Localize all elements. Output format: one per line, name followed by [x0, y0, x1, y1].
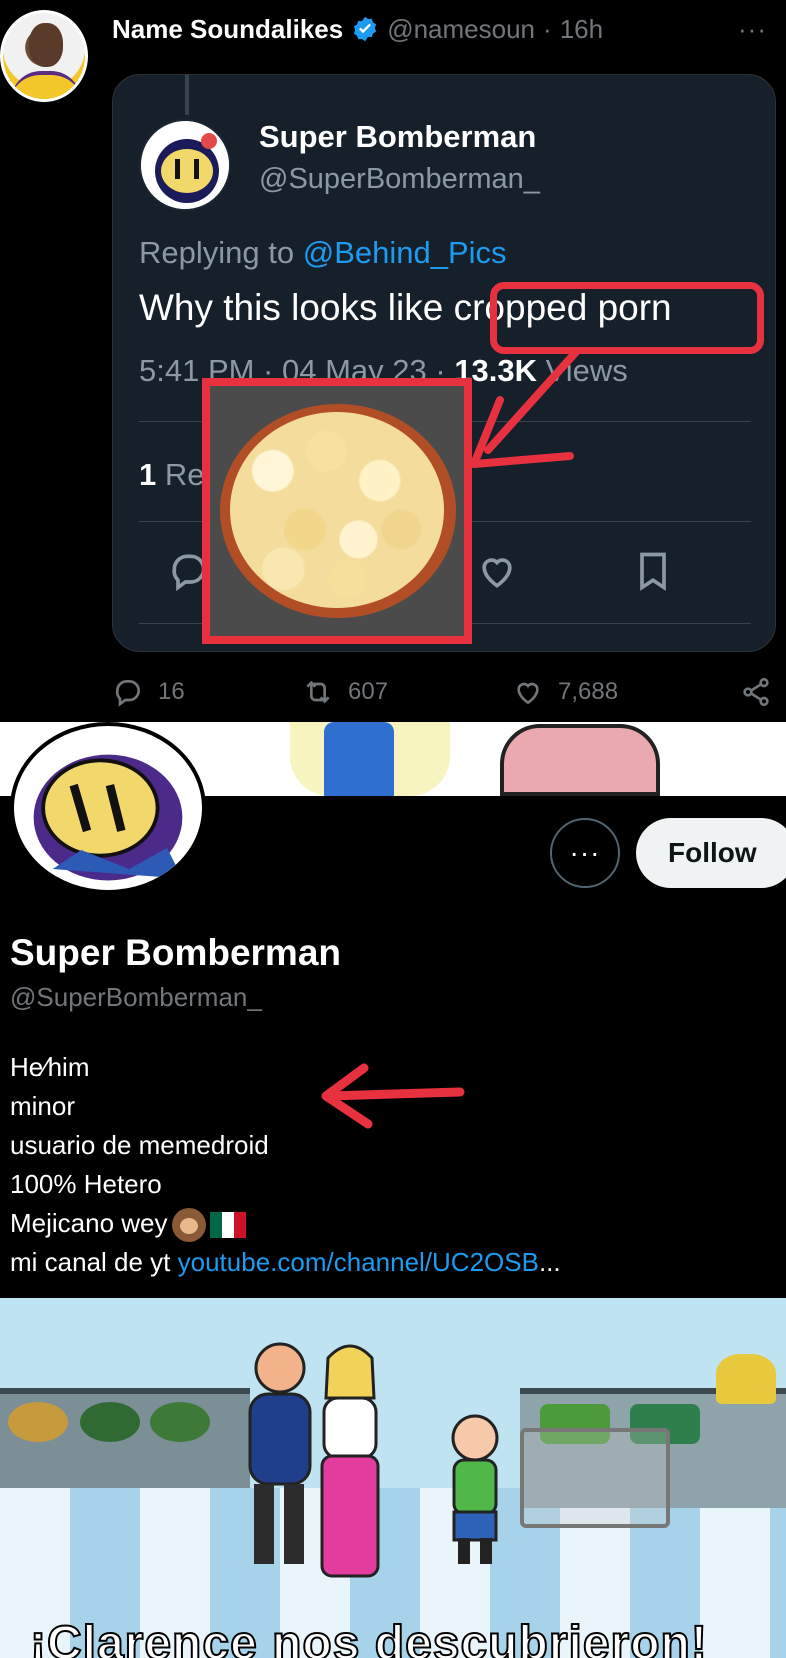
clarence-character — [451, 1414, 499, 1564]
profile-screenshot: ··· Follow Super Bomberman @SuperBomberm… — [0, 722, 786, 1298]
profile-name: Super Bomberman — [10, 932, 342, 973]
thread-line — [185, 75, 189, 115]
like-button[interactable]: 7,688 — [512, 676, 618, 708]
bio-line: minor — [10, 1091, 76, 1121]
heart-icon — [517, 682, 539, 705]
replies-label: Re — [156, 457, 205, 492]
bio-link-line: mi canal de yt youtube.com/channel/UC2OS… — [10, 1243, 561, 1282]
profile-avatar[interactable] — [10, 722, 206, 894]
heart-icon — [482, 558, 512, 588]
author-handle[interactable]: @namesoun — [387, 14, 535, 45]
time-separator: · — [543, 13, 552, 44]
tweet-action-bar: 16 607 7,688 — [112, 676, 776, 712]
follow-button[interactable]: Follow — [636, 818, 786, 888]
cartoon-character — [320, 1344, 380, 1578]
bio-line: usuario de memedroid — [10, 1130, 269, 1160]
more-options-icon[interactable]: ··· — [738, 14, 767, 45]
red-arrow-annotation — [321, 1063, 465, 1129]
youtube-link[interactable]: youtube.com/channel/UC2OSB — [178, 1247, 539, 1277]
bio-line-with-emoji: Mejicano wey — [10, 1204, 561, 1243]
reply-icon — [115, 680, 140, 707]
bomberman-avatar — [139, 119, 231, 211]
bio-line: 100% Hetero — [10, 1169, 162, 1199]
cartoon-meme-image: ¡Clarence nos descubrieron! — [0, 1298, 786, 1658]
retweet-count: 607 — [348, 678, 389, 705]
profile-more-button[interactable]: ··· — [550, 818, 620, 888]
author-avatar[interactable] — [0, 10, 88, 102]
profile-bio: He⁄him minor usuario de memedroid 100% H… — [10, 1048, 561, 1282]
bio-text: mi canal de yt — [10, 1247, 178, 1277]
share-button[interactable] — [740, 676, 772, 708]
retweet-button[interactable]: 607 — [302, 676, 388, 708]
verified-badge-icon — [354, 16, 377, 42]
reply-button[interactable]: 16 — [112, 676, 185, 708]
bookmark-icon — [640, 552, 666, 591]
bio-line: He⁄him — [10, 1052, 90, 1082]
meme-caption: ¡Clarence nos descubrieron! — [29, 1616, 708, 1658]
quoted-tweet-screenshot: Name Soundalikes @namesoun · 16h ··· Sup… — [0, 0, 786, 722]
replies-count: 1 — [139, 457, 157, 492]
shopping-cart — [520, 1428, 670, 1528]
profile-handle: @SuperBomberman_ — [10, 982, 262, 1012]
embedded-author-name: Super Bomberman — [259, 119, 537, 154]
tweet-time[interactable]: 16h — [560, 14, 603, 45]
replying-to: Replying to @Behind_Pics — [139, 235, 507, 271]
red-arrow-annotation — [470, 348, 580, 468]
author-name[interactable]: Name Soundalikes — [112, 14, 343, 45]
retweet-icon — [306, 680, 330, 704]
bomberman-face-icon — [141, 121, 229, 209]
bio-text: Mejicano wey — [10, 1208, 168, 1238]
replying-mention: @Behind_Pics — [302, 235, 507, 270]
popcorn-image — [202, 378, 472, 644]
bomberman-face-icon — [18, 727, 198, 889]
tweet-author-line: Name Soundalikes @namesoun · 16h — [112, 12, 603, 46]
like-count: 7,688 — [558, 678, 619, 705]
replying-prefix: Replying to — [139, 235, 295, 270]
embedded-author-handle: @SuperBomberman_ — [259, 163, 540, 195]
replies-stat: 1 Re — [139, 457, 205, 493]
share-icon — [743, 678, 769, 706]
reply-count: 16 — [158, 678, 185, 705]
monkey-emoji-icon — [171, 1208, 206, 1243]
mexico-flag-icon — [209, 1212, 246, 1239]
link-ellipsis: ... — [538, 1247, 561, 1277]
